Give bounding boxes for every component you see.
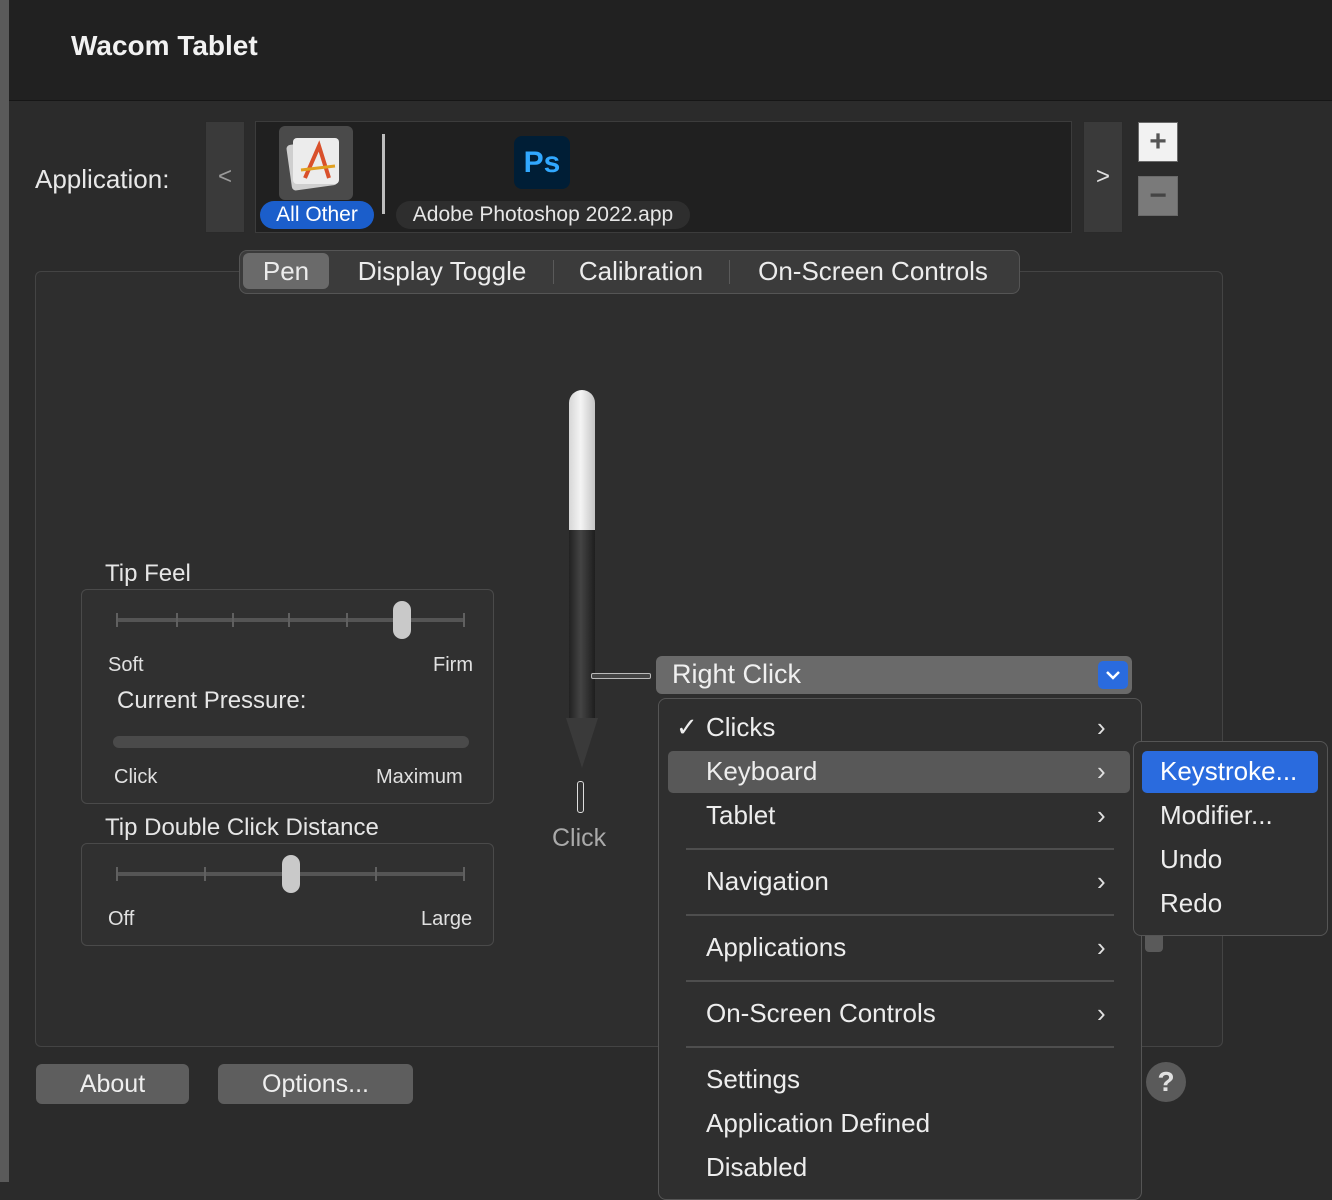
all-other-app-icon[interactable] bbox=[279, 126, 353, 200]
submenu-item-redo[interactable]: Redo bbox=[1160, 888, 1222, 919]
pen-button-dropdown[interactable]: Right Click bbox=[656, 656, 1132, 694]
slider-tick bbox=[176, 613, 178, 627]
pen-button-connector bbox=[591, 673, 651, 679]
slider-tick bbox=[204, 867, 206, 881]
pen-body bbox=[569, 530, 595, 720]
menu-item-application-defined[interactable]: Application Defined bbox=[706, 1108, 930, 1139]
tip-feel-min-label: Soft bbox=[108, 654, 144, 676]
add-application-button[interactable]: + bbox=[1138, 122, 1178, 162]
menu-item-settings[interactable]: Settings bbox=[706, 1064, 800, 1095]
pen-tip-label: Click bbox=[552, 824, 607, 852]
pressure-max-label: Maximum bbox=[376, 766, 463, 788]
app-prev-button[interactable]: < bbox=[205, 121, 245, 233]
menu-item-disabled[interactable]: Disabled bbox=[706, 1152, 807, 1183]
tip-feel-title: Tip Feel bbox=[105, 560, 191, 587]
tab-display-toggle[interactable]: Display Toggle bbox=[338, 253, 546, 289]
current-pressure-bar bbox=[113, 736, 469, 748]
double-click-slider-knob[interactable] bbox=[282, 855, 300, 893]
menu-item-on-screen-controls[interactable]: On-Screen Controls bbox=[706, 998, 936, 1029]
menu-item-navigation[interactable]: Navigation bbox=[706, 866, 829, 897]
window-left-edge bbox=[0, 0, 9, 1182]
menu-item-clicks[interactable]: Clicks bbox=[706, 712, 775, 743]
chevron-right-icon: › bbox=[1097, 866, 1106, 896]
chevron-down-icon[interactable] bbox=[1098, 661, 1128, 689]
remove-application-button[interactable]: − bbox=[1138, 176, 1178, 216]
about-button[interactable]: About bbox=[36, 1064, 189, 1104]
checkmark-icon: ✓ bbox=[676, 712, 698, 742]
tab-pen[interactable]: Pen bbox=[243, 253, 329, 289]
help-button[interactable]: ? bbox=[1146, 1062, 1186, 1102]
slider-tick bbox=[463, 867, 465, 881]
application-label: Application: bbox=[35, 164, 170, 194]
menu-separator bbox=[686, 914, 1114, 916]
double-click-min-label: Off bbox=[108, 908, 135, 930]
tip-feel-max-label: Firm bbox=[433, 654, 473, 676]
all-applications-icon bbox=[286, 138, 339, 191]
menu-separator bbox=[686, 1046, 1114, 1048]
pen-tip-connector bbox=[577, 781, 584, 813]
slider-tick bbox=[116, 867, 118, 881]
window-title: Wacom Tablet bbox=[71, 30, 258, 61]
current-pressure-label: Current Pressure: bbox=[117, 687, 307, 714]
app-list-divider bbox=[382, 134, 385, 214]
menu-item-tablet[interactable]: Tablet bbox=[706, 800, 775, 831]
menu-separator bbox=[686, 848, 1114, 850]
app-next-button[interactable]: > bbox=[1083, 121, 1123, 233]
chevron-right-icon: › bbox=[1097, 998, 1106, 1028]
tab-on-screen-controls[interactable]: On-Screen Controls bbox=[736, 253, 1010, 289]
menu-separator bbox=[686, 980, 1114, 982]
tip-double-click-title: Tip Double Click Distance bbox=[105, 814, 379, 841]
pen-eraser-end bbox=[569, 390, 595, 530]
chevron-right-icon: › bbox=[1097, 756, 1106, 786]
submenu-item-undo[interactable]: Undo bbox=[1160, 844, 1222, 875]
tab-calibration[interactable]: Calibration bbox=[560, 253, 722, 289]
tab-separator bbox=[729, 260, 730, 284]
pressure-min-label: Click bbox=[114, 766, 158, 788]
options-button[interactable]: Options... bbox=[218, 1064, 413, 1104]
tab-separator bbox=[553, 260, 554, 284]
chevron-right-icon: › bbox=[1097, 712, 1106, 742]
slider-tick bbox=[288, 613, 290, 627]
slider-tick bbox=[116, 613, 118, 627]
app-all-other[interactable]: All Other bbox=[260, 201, 374, 229]
dropdown-value: Right Click bbox=[672, 659, 802, 689]
double-click-max-label: Large bbox=[421, 908, 473, 930]
submenu-item-modifier[interactable]: Modifier... bbox=[1160, 800, 1273, 831]
slider-tick bbox=[375, 867, 377, 881]
pen-tip bbox=[566, 718, 598, 768]
tip-feel-slider-track[interactable] bbox=[117, 618, 465, 622]
slider-tick bbox=[232, 613, 234, 627]
app-photoshop[interactable]: Adobe Photoshop 2022.app bbox=[396, 201, 690, 229]
slider-tick bbox=[346, 613, 348, 627]
menu-item-applications[interactable]: Applications bbox=[706, 932, 846, 963]
submenu-item-keystroke[interactable]: Keystroke... bbox=[1160, 756, 1297, 787]
tip-feel-slider-knob[interactable] bbox=[393, 601, 412, 639]
chevron-right-icon: › bbox=[1097, 800, 1106, 830]
menu-item-keyboard[interactable]: Keyboard bbox=[706, 756, 817, 787]
chevron-right-icon: › bbox=[1097, 932, 1106, 962]
slider-tick bbox=[463, 613, 465, 627]
photoshop-icon[interactable]: Ps bbox=[514, 136, 570, 189]
